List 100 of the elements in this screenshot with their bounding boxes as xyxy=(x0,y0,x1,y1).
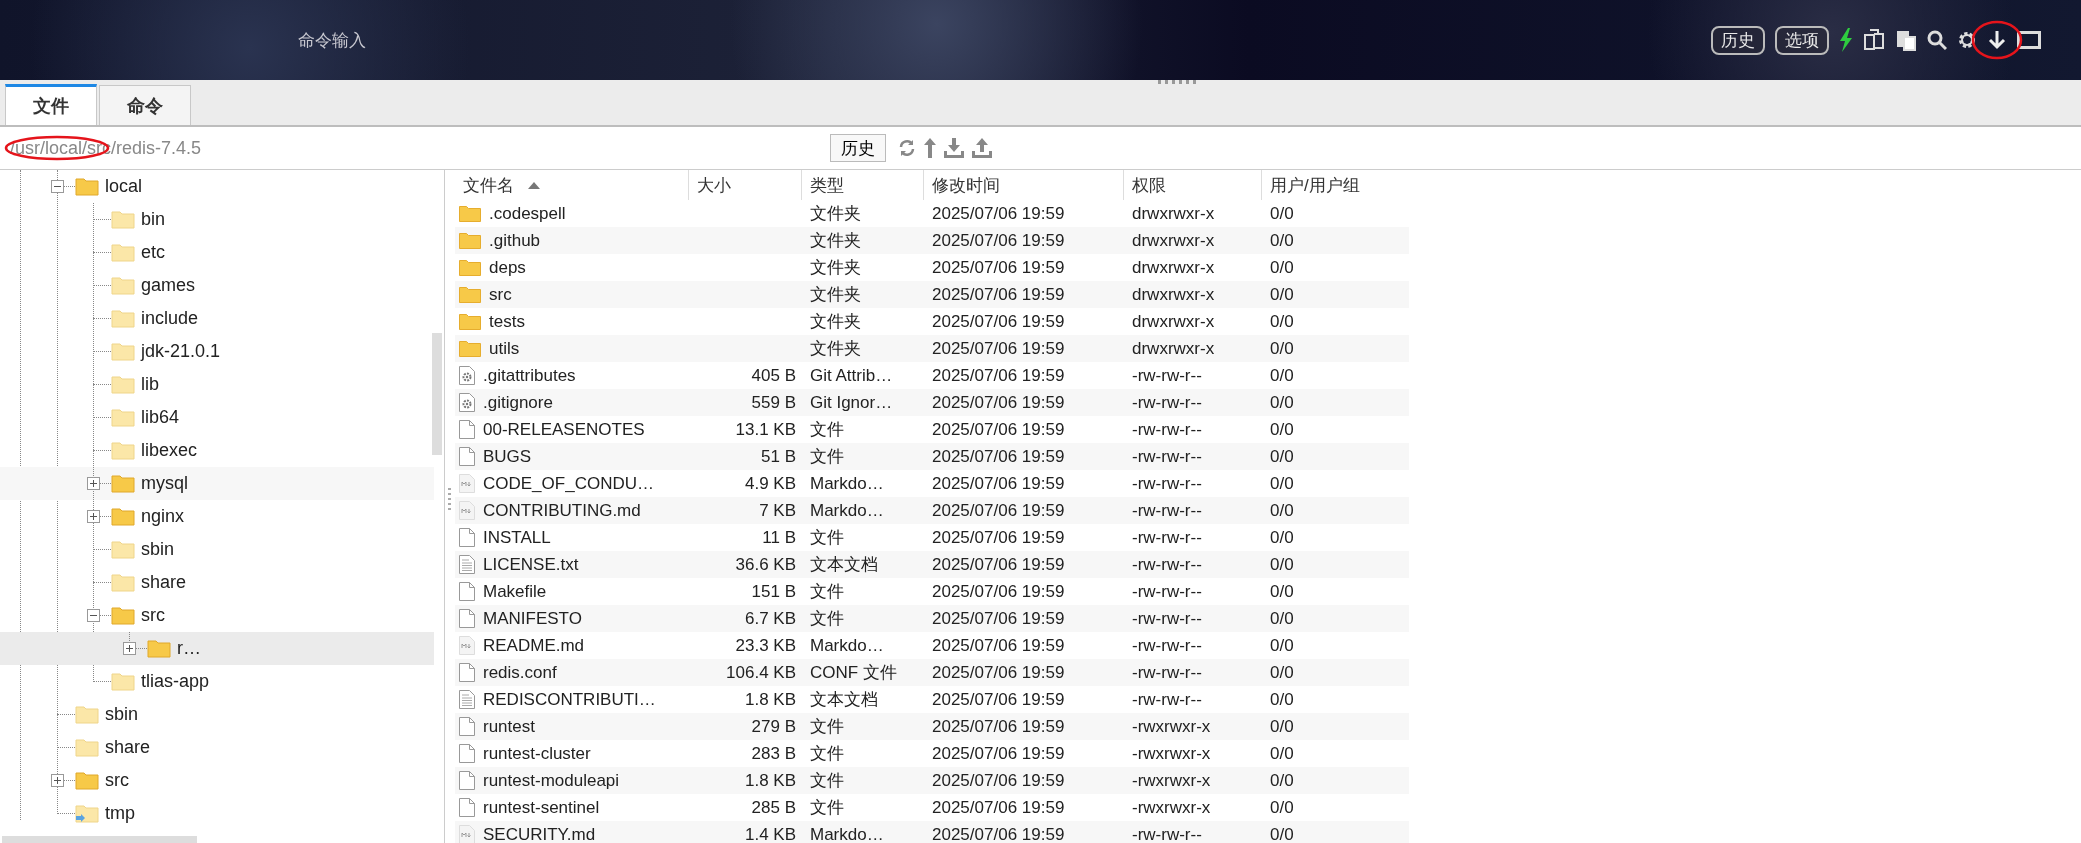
command-input-label[interactable]: 命令输入 xyxy=(298,28,366,52)
tree-item[interactable]: etc xyxy=(141,242,165,263)
file-icon xyxy=(459,582,475,601)
file-name[interactable]: runtest-cluster xyxy=(483,743,591,764)
tab[interactable]: 文件 xyxy=(5,84,97,125)
table-cell: 2025/07/06 19:59 xyxy=(932,743,1065,764)
tree-item[interactable]: nginx xyxy=(141,506,185,527)
expand-icon[interactable] xyxy=(86,510,100,523)
file-name[interactable]: .gitattributes xyxy=(483,365,576,386)
header-button[interactable]: 选项 xyxy=(1775,25,1829,55)
file-name[interactable]: Makefile xyxy=(483,581,547,602)
file-name[interactable]: LICENSE.txt xyxy=(483,554,579,575)
column-header[interactable]: 修改时间 xyxy=(924,170,1124,200)
tree-item[interactable]: games xyxy=(141,275,196,296)
file-name[interactable]: INSTALL xyxy=(483,527,551,548)
column-header[interactable]: 类型 xyxy=(802,170,924,200)
file-name[interactable]: runtest-sentinel xyxy=(483,797,600,818)
table-cell: 405 B xyxy=(751,365,796,386)
table-cell: 23.3 KB xyxy=(735,635,796,656)
tree-item[interactable]: r… xyxy=(177,638,201,659)
upload-icon[interactable] xyxy=(972,138,992,158)
file-name[interactable]: .codespell xyxy=(489,203,566,224)
table-cell: 0/0 xyxy=(1270,608,1294,629)
collapse-icon[interactable] xyxy=(86,609,100,622)
paste-icon[interactable] xyxy=(1895,29,1917,51)
table-cell: 0/0 xyxy=(1270,824,1294,843)
file-name[interactable]: utils xyxy=(489,338,520,359)
text-file-icon xyxy=(459,555,475,574)
table-cell-text: 文本文档 xyxy=(810,689,878,711)
refresh-icon[interactable] xyxy=(898,139,916,157)
folder-icon xyxy=(75,738,99,757)
scrollbar-thumb[interactable] xyxy=(2,836,197,843)
table-cell: 13.1 KB xyxy=(735,419,796,440)
copy-icon[interactable] xyxy=(1863,29,1885,51)
tree-item[interactable]: jdk-21.0.1 xyxy=(141,341,221,362)
text-file-icon xyxy=(459,690,475,709)
tree-item[interactable]: local xyxy=(105,176,143,197)
tree-item[interactable]: include xyxy=(141,308,199,329)
expand-icon[interactable] xyxy=(86,477,100,490)
file-name[interactable]: README.md xyxy=(483,635,585,656)
table-cell: 2025/07/06 19:59 xyxy=(932,554,1065,575)
table-cell: 0/0 xyxy=(1270,473,1294,494)
tree-item[interactable]: tmp xyxy=(105,803,135,824)
file-name[interactable]: src xyxy=(489,284,512,305)
tree-item[interactable]: bin xyxy=(141,209,166,230)
tree-item[interactable]: lib64 xyxy=(141,407,180,428)
table-cell: 51 B xyxy=(761,446,796,467)
tree-item[interactable]: mysql xyxy=(141,473,188,494)
file-name[interactable]: CONTRIBUTING.md xyxy=(483,500,641,521)
column-header[interactable]: 大小 xyxy=(689,170,802,200)
table-cell: -rw-rw-r-- xyxy=(1132,473,1202,494)
tree-item[interactable]: sbin xyxy=(141,539,175,560)
file-name[interactable]: SECURITY.md xyxy=(483,824,596,843)
tree-item[interactable]: share xyxy=(105,737,151,758)
file-name[interactable]: .gitignore xyxy=(483,392,553,413)
tree-item[interactable]: src xyxy=(105,770,129,791)
expand-icon[interactable] xyxy=(122,642,136,655)
search-icon[interactable] xyxy=(1927,30,1947,50)
lightning-icon[interactable] xyxy=(1839,28,1853,52)
expand-icon[interactable] xyxy=(50,774,64,787)
table-cell: 2025/07/06 19:59 xyxy=(932,284,1065,305)
tree-item[interactable]: share xyxy=(141,572,187,593)
file-name[interactable]: 00-RELEASENOTES xyxy=(483,419,645,440)
file-name[interactable]: CODE_OF_CONDU… xyxy=(483,473,654,494)
header-button[interactable]: 历史 xyxy=(1711,25,1765,55)
table-cell: drwxrwxr-x xyxy=(1132,338,1215,359)
file-name[interactable]: deps xyxy=(489,257,526,278)
column-header[interactable]: 用户/用户组 xyxy=(1262,170,1409,200)
tree-item[interactable]: lib xyxy=(141,374,159,395)
table-cell-text: 文件 xyxy=(810,446,844,468)
column-header[interactable]: 权限 xyxy=(1124,170,1262,200)
table-cell-text: 文件 xyxy=(810,581,844,603)
file-name[interactable]: runtest-moduleapi xyxy=(483,770,620,791)
file-name[interactable]: .github xyxy=(489,230,541,251)
tab[interactable]: 命令 xyxy=(99,85,191,125)
table-cell: Git Ignor… xyxy=(810,392,893,413)
download-arrow-icon[interactable] xyxy=(1987,30,2007,50)
window-icon[interactable] xyxy=(2017,30,2041,50)
file-name[interactable]: redis.conf xyxy=(483,662,557,683)
scrollbar-thumb[interactable] xyxy=(432,333,442,455)
tree-item[interactable]: sbin xyxy=(105,704,139,725)
download-icon[interactable] xyxy=(944,138,964,158)
file-name[interactable]: runtest xyxy=(483,716,535,737)
tree-item[interactable]: src xyxy=(141,605,165,626)
column-header[interactable]: 文件名 xyxy=(455,170,689,200)
table-cell-text: 文件 xyxy=(810,743,844,765)
table-cell: 0/0 xyxy=(1270,716,1294,737)
collapse-icon[interactable] xyxy=(50,180,64,193)
file-name[interactable]: BUGS xyxy=(483,446,532,467)
history-button[interactable]: 历史 xyxy=(830,134,886,162)
settings-icon[interactable] xyxy=(1957,30,1977,50)
table-cell: 2025/07/06 19:59 xyxy=(932,203,1065,224)
tree-item[interactable]: tlias-app xyxy=(141,671,210,692)
file-name[interactable]: tests xyxy=(489,311,525,332)
tree-item[interactable]: libexec xyxy=(141,440,198,461)
file-name[interactable]: MANIFESTO xyxy=(483,608,582,629)
resize-grip[interactable] xyxy=(1158,80,1198,84)
file-name[interactable]: REDISCONTRIBUTI… xyxy=(483,689,656,710)
up-arrow-icon[interactable] xyxy=(924,138,936,158)
table-cell: 2025/07/06 19:59 xyxy=(932,770,1065,791)
